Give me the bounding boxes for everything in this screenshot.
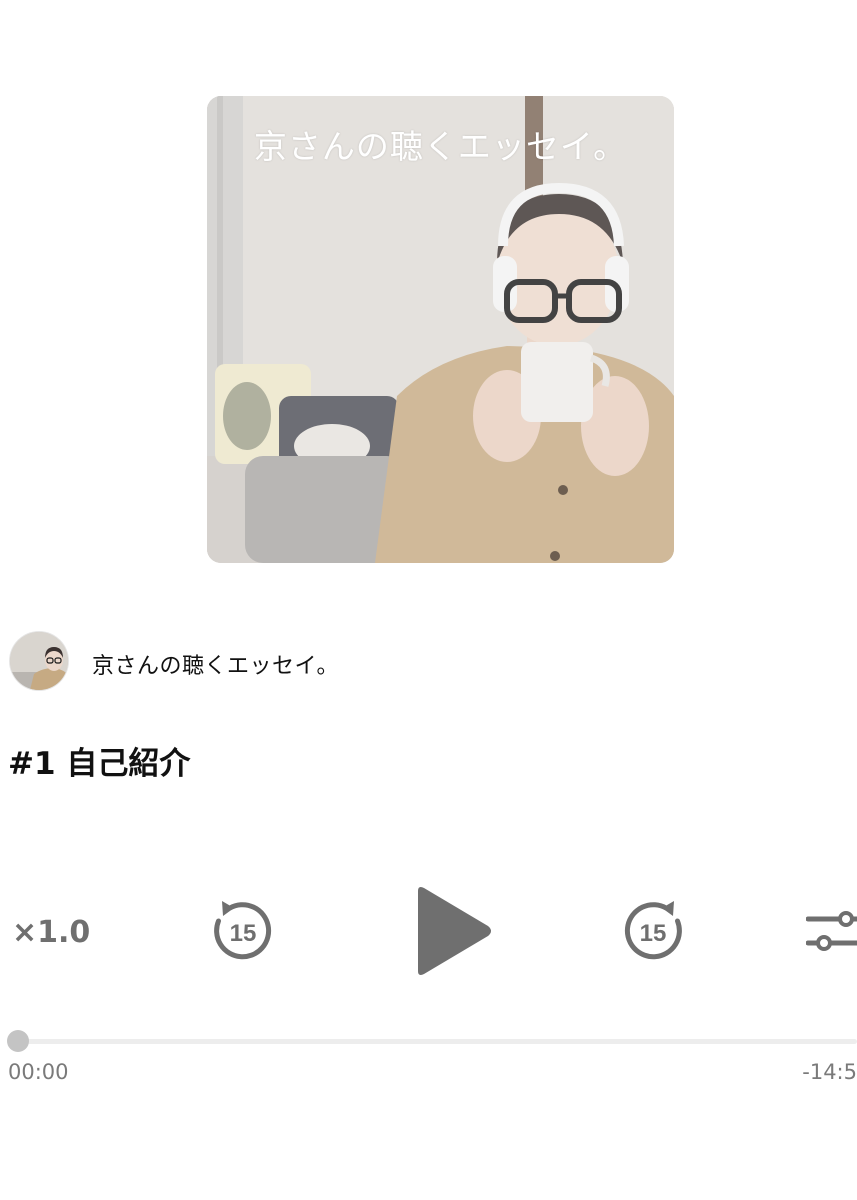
cover-artwork: 京さんの聴くエッセイ。 (207, 96, 674, 563)
playback-speed-button[interactable]: ×1.0 (12, 915, 90, 950)
forward-15-icon: 15 (624, 901, 682, 960)
rewind-15-button[interactable]: 15 (210, 897, 276, 963)
episode-title: #1 自己紹介 (8, 746, 191, 782)
audio-settings-button[interactable] (805, 907, 857, 957)
progress-track[interactable] (10, 1039, 857, 1044)
channel-name[interactable]: 京さんの聴くエッセイ。 (92, 648, 339, 680)
avatar-image (10, 632, 68, 690)
time-elapsed: 00:00 (8, 1060, 69, 1084)
play-button[interactable] (412, 885, 494, 977)
rewind-seconds-label: 15 (230, 920, 257, 947)
time-remaining: -14:5 (802, 1060, 857, 1084)
forward-15-button[interactable]: 15 (620, 897, 686, 963)
cover-title: 京さんの聴くエッセイ。 (253, 127, 628, 166)
rewind-15-icon: 15 (214, 901, 272, 960)
sliders-icon (805, 911, 857, 951)
play-icon (418, 887, 491, 975)
forward-seconds-label: 15 (640, 920, 667, 947)
progress-thumb[interactable] (7, 1030, 29, 1052)
channel-avatar[interactable] (10, 632, 68, 690)
